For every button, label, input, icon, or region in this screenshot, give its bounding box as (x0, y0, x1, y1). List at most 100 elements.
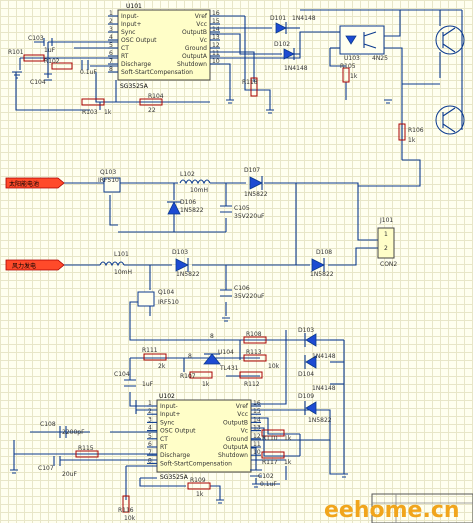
ic_bottom-pin-15-number: 15 (253, 408, 261, 415)
ic_bottom-pin-2-name: Input+ (160, 411, 181, 418)
label-d102: D102 (274, 41, 290, 48)
schematic-canvas: U101 SG3525A 1 Input- 2 Input+ 3 Sync 4 OSC Out… (5, 3, 473, 523)
label-q104v: IRF510 (158, 299, 179, 306)
label-q103v: IRF510 (98, 177, 119, 184)
label-d103b: D103 (298, 327, 314, 334)
ic_bottom-pin-6-number: 6 (148, 441, 152, 448)
ic_top-pin-3-name: Sync (121, 29, 135, 36)
inductor-l101 (99, 261, 125, 267)
ic_bottom-pin-8-name: Soft-StartCompensation (160, 460, 232, 467)
label-c103: C103 (28, 35, 44, 42)
ic_bottom-pin-6-name: RT (160, 444, 168, 451)
ic_top-pin-6-name: RT (121, 53, 129, 60)
label-d103: D103 (172, 249, 188, 256)
label-r106v: 1k (408, 137, 416, 144)
port-wind[interactable]: 风力发电 (5, 259, 65, 271)
ic_bottom-pin-12-number: 12 (253, 433, 261, 440)
ic_top-pin-13-name: Vc (200, 37, 207, 44)
label-d101: D101 (270, 15, 286, 22)
label-r107: R107 (180, 373, 196, 380)
ic_top-pin-14-number: 14 (212, 26, 220, 33)
label-j101p1: 1 (384, 231, 388, 238)
label-r117: R117 (262, 459, 278, 466)
port-wind-label: 风力发电 (12, 262, 36, 270)
label-c104b: C104 (114, 371, 130, 378)
optocoupler-u103 (339, 25, 385, 55)
diode-d101 (275, 22, 287, 34)
ic_top-pin-3-number: 3 (109, 26, 113, 33)
label-r104v: 22 (148, 107, 156, 114)
ic_bottom-pin-11-number: 11 (253, 441, 261, 448)
label-r103: R103 (82, 109, 98, 116)
label-q103: Q103 (100, 169, 116, 176)
ic_top-pin-13-number: 13 (212, 34, 220, 41)
ic_bottom-pin-5-number: 5 (148, 433, 152, 440)
ic_top-pin-11-number: 11 (212, 50, 220, 57)
resistor-r111 (143, 353, 167, 361)
capacitor-c106 (220, 289, 232, 297)
ic_top-pin-16-name: Vref (195, 13, 208, 20)
ic_bottom-pin-3-number: 3 (148, 416, 152, 423)
ic_top-pin-8-number: 8 (109, 66, 113, 73)
label-c102v: 0.1uF (80, 69, 97, 76)
ic_bottom-pin-14-number: 14 (253, 416, 261, 423)
label-d104v: 1N4148 (312, 385, 336, 392)
label-l101v: 10mH (114, 269, 132, 276)
ic-u101-part: SG3525A (120, 83, 149, 90)
label-r116: R116 (118, 507, 134, 514)
ic_top-pin-12-number: 12 (212, 42, 220, 49)
port-solar[interactable]: 太阳能电池 (5, 177, 65, 189)
ic_top-pin-15-name: Vcc (196, 21, 207, 28)
label-r105: R105 (340, 63, 356, 70)
label-c108: C108 (40, 421, 56, 428)
port-solar-label: 太阳能电池 (9, 180, 39, 188)
ic_bottom-pin-12-name: Ground (226, 436, 248, 443)
label-c105v: 35V220uF (234, 213, 265, 220)
watermark-text: eehome.cn (324, 498, 460, 523)
ic-u102-ref: U102 (159, 393, 175, 400)
label-c104: C104 (30, 79, 46, 86)
ic-u101-ref: U101 (126, 3, 142, 10)
ic_top-pin-14-name: OutputB (182, 29, 207, 36)
schematic-sheet: U101 SG3525A 1 Input- 2 Input+ 3 Sync 4 OSC Out… (0, 0, 473, 523)
label-d101v: 1N4148 (292, 15, 316, 22)
label-d102v: 1N4148 (284, 65, 308, 72)
diode-d108 (311, 258, 325, 272)
label-l102: L102 (180, 171, 195, 178)
label-pin-8b: 8 (210, 333, 214, 340)
wires-top (15, 9, 463, 187)
ic_top-pin-7-number: 7 (109, 58, 113, 65)
label-c108v: 2200pF (62, 429, 85, 436)
npn-transistor-upper (435, 25, 465, 55)
ic_bottom-pin-4-number: 4 (148, 425, 152, 432)
label-c102bv: 0.1uF (260, 481, 277, 488)
capacitor-c104b (124, 379, 136, 387)
ic_bottom-pin-2-number: 2 (148, 408, 152, 415)
ic_bottom-pin-11-name: OutputA (223, 444, 249, 451)
ic_bottom-pin-4-name: OSC Output (160, 428, 196, 435)
label-r101: R101 (8, 49, 24, 56)
diode-d107 (249, 176, 263, 190)
label-r103v: 1k (104, 109, 112, 116)
label-d106: D106 (180, 199, 196, 206)
ic_bottom-pin-1-name: Input- (160, 403, 178, 410)
label-u104: U104 (218, 349, 234, 356)
label-j101v: CON2 (380, 261, 397, 268)
label-d103v: 1N5822 (176, 271, 200, 278)
label-r113v: 10k (268, 363, 280, 370)
ic_top-pin-1-name: Input- (121, 13, 139, 20)
ic_top-pin-2-number: 2 (109, 18, 113, 25)
ic_top-pin-11-name: OutputA (182, 53, 208, 60)
ic_bottom-pin-13-name: Vc (241, 428, 248, 435)
ic_bottom-pin-8-number: 8 (148, 457, 152, 464)
ic_top-pin-7-name: Discharge (121, 61, 151, 68)
label-r109v: 1k (196, 491, 204, 498)
label-r118: R118 (242, 79, 258, 86)
label-r107v: 1k (202, 381, 210, 388)
inductor-l102 (179, 179, 211, 185)
ic_bottom-pin-14-name: OutputB (223, 419, 248, 426)
label-d106v: 1N5822 (180, 207, 204, 214)
label-j101p2: 2 (384, 245, 388, 252)
diode-d103 (175, 258, 189, 272)
label-r106: R106 (408, 127, 424, 134)
